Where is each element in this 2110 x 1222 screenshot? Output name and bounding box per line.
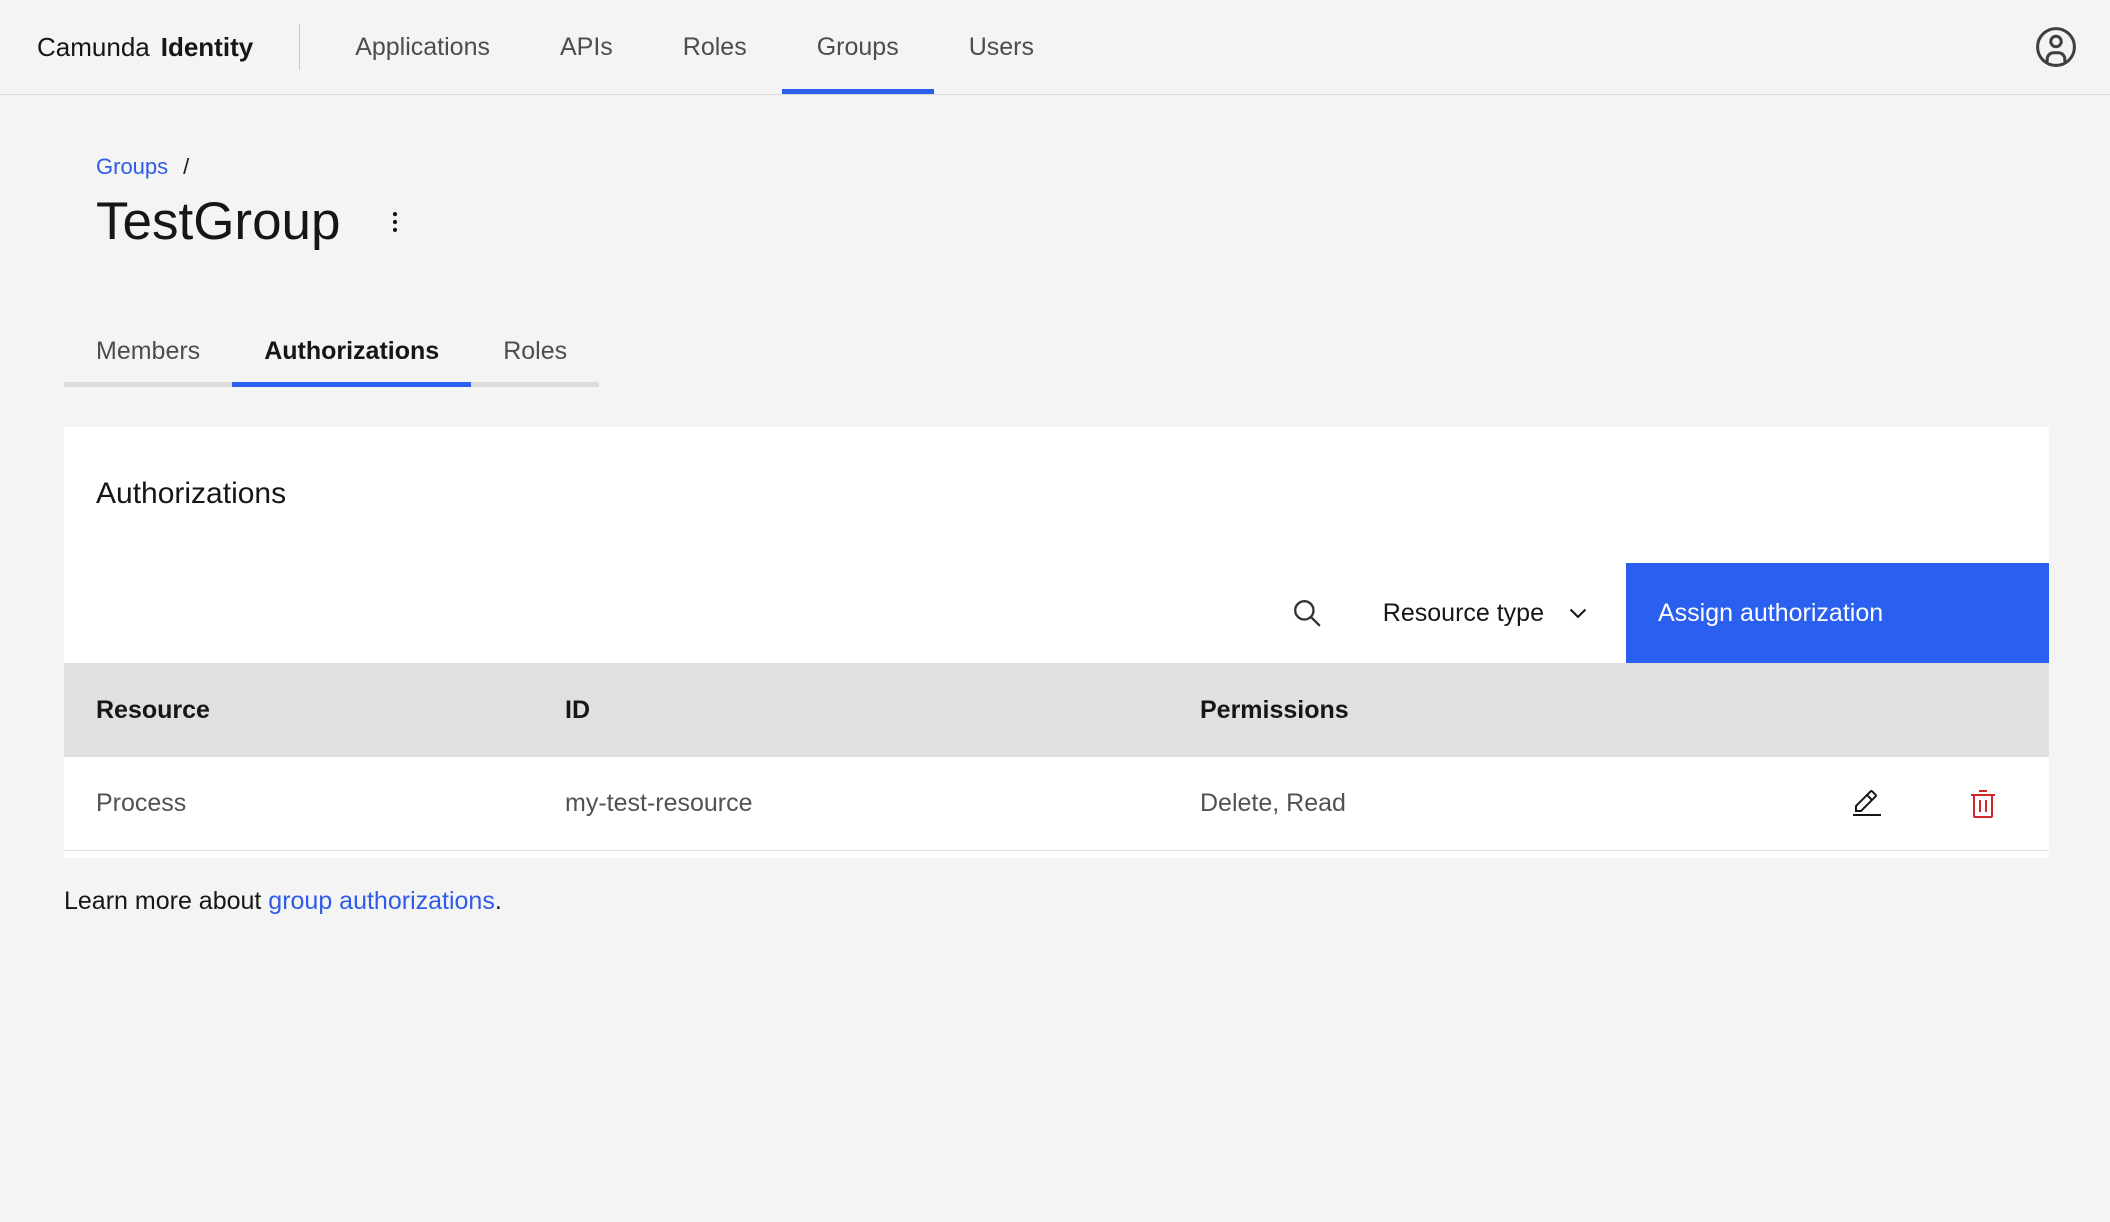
- brand-product: Identity: [160, 31, 254, 62]
- nav-item-groups[interactable]: Groups: [781, 0, 934, 94]
- delete-authorization-button[interactable]: [1959, 780, 2007, 828]
- user-menu-button[interactable]: [2030, 21, 2082, 73]
- authorizations-table: Resource ID Permissions Process my-test-…: [64, 663, 2049, 851]
- chevron-down-icon: [1569, 608, 1587, 619]
- cell-id: my-test-resource: [565, 789, 753, 817]
- tab-members[interactable]: Members: [64, 325, 233, 387]
- authorizations-card: Authorizations Resource type Assign auth…: [64, 427, 2049, 858]
- breadcrumb-groups-link[interactable]: Groups: [96, 152, 168, 182]
- cell-permissions: Delete, Read: [1200, 789, 1346, 817]
- brand-name: Camunda: [37, 31, 150, 62]
- table-header-row: Resource ID Permissions: [64, 663, 2049, 757]
- breadcrumb: Groups /: [96, 152, 2110, 182]
- breadcrumb-separator: /: [183, 154, 190, 179]
- nav-item-users[interactable]: Users: [934, 0, 1069, 94]
- nav-item-apis[interactable]: APIs: [525, 0, 648, 94]
- tab-authorizations[interactable]: Authorizations: [232, 325, 472, 387]
- header-divider: [299, 24, 301, 70]
- camunda-identity-app: { "header": { "brand_name": "Camunda", "…: [0, 0, 2110, 1222]
- search-button[interactable]: [1259, 563, 1355, 663]
- learn-more-suffix: .: [494, 887, 502, 915]
- card-heading: Authorizations: [96, 477, 287, 510]
- group-detail-page: Groups / TestGroup Members Authorization…: [0, 152, 2110, 918]
- main-nav: Applications APIs Roles Groups Users: [320, 0, 1069, 94]
- nav-item-roles[interactable]: Roles: [648, 0, 782, 94]
- brand-logo[interactable]: Camunda Identity: [0, 0, 299, 94]
- resource-type-label: Resource type: [1382, 598, 1544, 627]
- tab-bar: Members Authorizations Roles: [64, 325, 2110, 387]
- resource-type-dropdown[interactable]: Resource type: [1355, 563, 1626, 663]
- title-row: TestGroup: [96, 190, 2110, 254]
- learn-more-text: Learn more about group authorizations.: [64, 884, 2110, 918]
- row-actions: [1843, 780, 2007, 828]
- edit-icon: [1853, 789, 1881, 816]
- page-title: TestGroup: [96, 192, 341, 251]
- overflow-menu-button[interactable]: [369, 202, 421, 242]
- column-header-permissions: Permissions: [1200, 695, 1349, 724]
- user-avatar-icon: [2036, 27, 2076, 67]
- assign-authorization-button[interactable]: Assign authorization: [1626, 563, 2049, 663]
- nav-item-applications[interactable]: Applications: [320, 0, 525, 94]
- column-header-resource: Resource: [96, 695, 210, 724]
- group-authorizations-link[interactable]: group authorizations: [268, 887, 495, 915]
- app-header: Camunda Identity Applications APIs Roles…: [0, 0, 2110, 95]
- cell-resource: Process: [96, 789, 187, 817]
- table-toolbar: Resource type Assign authorization: [64, 563, 2049, 663]
- overflow-menu-icon: [392, 212, 397, 232]
- trash-icon: [1971, 789, 1995, 818]
- table-row: Process my-test-resource Delete, Read: [64, 757, 2049, 851]
- tab-roles[interactable]: Roles: [471, 325, 600, 387]
- learn-more-prefix: Learn more about: [64, 887, 269, 915]
- search-icon: [1293, 600, 1321, 627]
- column-header-id: ID: [565, 695, 590, 724]
- edit-authorization-button[interactable]: [1843, 780, 1891, 828]
